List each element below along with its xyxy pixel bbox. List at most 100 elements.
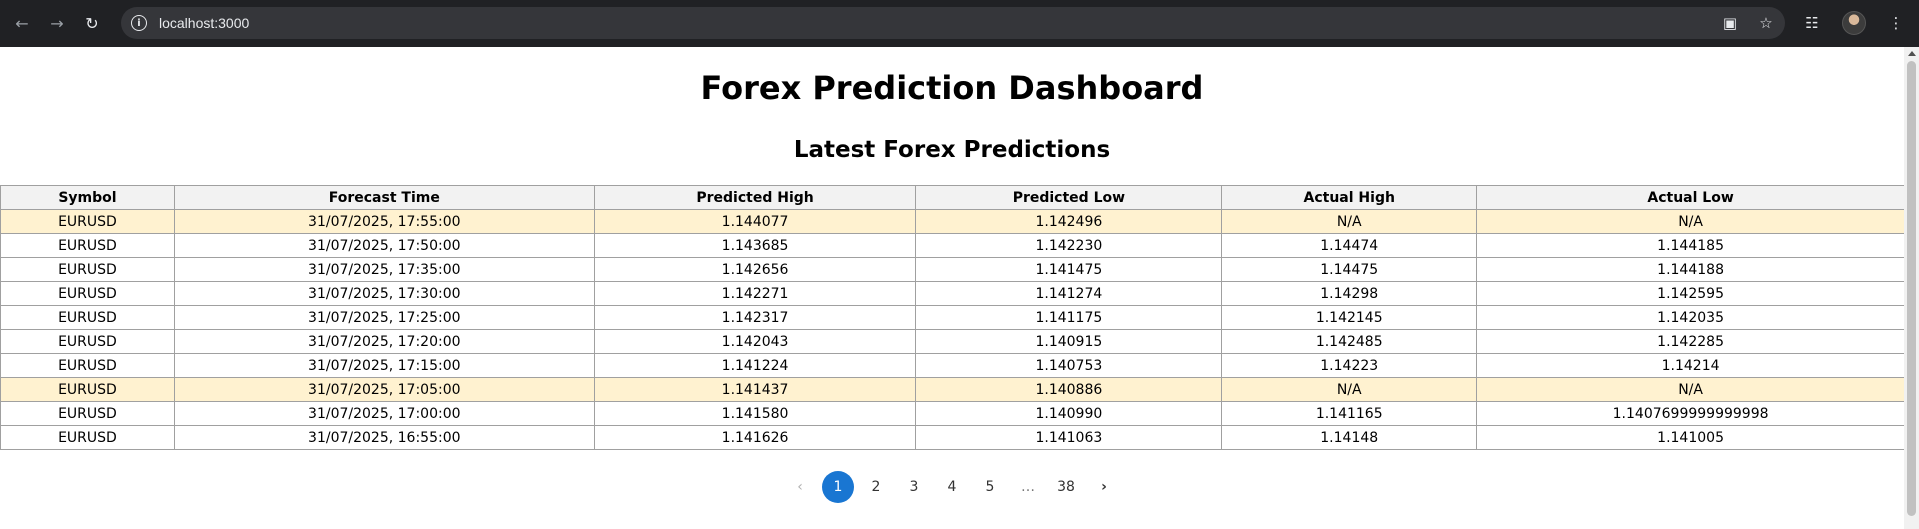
forecast-time-cell: 31/07/2025, 17:25:00 [173, 305, 595, 330]
actual-low-cell: 1.144185 [1476, 233, 1905, 258]
table-row: EURUSD 31/07/2025, 17:15:00 1.141224 1.1407… [0, 353, 1905, 378]
symbol-cell: EURUSD [0, 257, 175, 282]
predicted-high-cell: 1.142043 [593, 329, 917, 354]
actual-high-cell: 1.141165 [1221, 401, 1478, 426]
star-icon[interactable]: ☆ [1757, 14, 1775, 32]
actual-high-cell: 1.14475 [1221, 257, 1478, 282]
back-icon[interactable]: ← [10, 11, 34, 35]
symbol-cell: EURUSD [0, 209, 175, 234]
forward-icon[interactable]: → [45, 11, 69, 35]
url-text[interactable]: localhost:3000 [159, 15, 249, 31]
info-icon[interactable]: i [131, 15, 147, 31]
predicted-high-cell: 1.141580 [593, 401, 917, 426]
table-row: EURUSD 31/07/2025, 17:20:00 1.142043 1.1409… [0, 329, 1905, 354]
actual-low-cell: N/A [1476, 209, 1905, 234]
predicted-high-cell: 1.141437 [593, 377, 917, 402]
header-symbol[interactable]: Symbol [0, 185, 175, 210]
actual-high-cell: N/A [1221, 377, 1478, 402]
predicted-low-cell: 1.140915 [915, 329, 1223, 354]
predicted-low-cell: 1.142496 [915, 209, 1223, 234]
kebab-menu-icon[interactable]: ⋮ [1882, 9, 1910, 37]
forecast-time-cell: 31/07/2025, 17:30:00 [173, 281, 595, 306]
forecast-time-cell: 31/07/2025, 17:00:00 [173, 401, 595, 426]
page-button-3[interactable]: 3 [898, 471, 930, 503]
scrollbar-thumb[interactable] [1907, 61, 1916, 516]
forecast-time-cell: 31/07/2025, 17:20:00 [173, 329, 595, 354]
header-forecast-time[interactable]: Forecast Time [173, 185, 595, 210]
chevron-left-icon[interactable]: ‹ [784, 471, 816, 503]
actual-low-cell: 1.1407699999999998 [1476, 401, 1905, 426]
scroll-up-arrow-icon[interactable] [1908, 51, 1916, 56]
page-button-1[interactable]: 1 [822, 471, 854, 503]
header-actual-high[interactable]: Actual High [1221, 185, 1478, 210]
install-app-icon[interactable]: ▣ [1721, 14, 1739, 32]
header-predicted-low[interactable]: Predicted Low [915, 185, 1223, 210]
actual-low-cell: 1.142595 [1476, 281, 1905, 306]
predicted-low-cell: 1.141274 [915, 281, 1223, 306]
table-row: EURUSD 31/07/2025, 16:55:00 1.141626 1.1410… [0, 425, 1905, 450]
predicted-low-cell: 1.142230 [915, 233, 1223, 258]
page-button-2[interactable]: 2 [860, 471, 892, 503]
actual-low-cell: N/A [1476, 377, 1905, 402]
predicted-low-cell: 1.141063 [915, 425, 1223, 450]
symbol-cell: EURUSD [0, 329, 175, 354]
table-header-row: Symbol Forecast Time Predicted High Pred… [0, 185, 1905, 210]
predicted-high-cell: 1.143685 [593, 233, 917, 258]
forecast-time-cell: 31/07/2025, 17:05:00 [173, 377, 595, 402]
header-predicted-high[interactable]: Predicted High [593, 185, 917, 210]
page-button-4[interactable]: 4 [936, 471, 968, 503]
actual-high-cell: 1.14148 [1221, 425, 1478, 450]
table-row: EURUSD 31/07/2025, 17:30:00 1.142271 1.1412… [0, 281, 1905, 306]
actual-high-cell: 1.14298 [1221, 281, 1478, 306]
table-row: EURUSD 31/07/2025, 17:35:00 1.142656 1.1414… [0, 257, 1905, 282]
forecast-time-cell: 31/07/2025, 17:50:00 [173, 233, 595, 258]
forecast-time-cell: 31/07/2025, 17:15:00 [173, 353, 595, 378]
predicted-low-cell: 1.141175 [915, 305, 1223, 330]
page-title: Forex Prediction Dashboard [700, 69, 1204, 107]
actual-low-cell: 1.142285 [1476, 329, 1905, 354]
reload-icon[interactable]: ↻ [80, 11, 104, 35]
forecast-time-cell: 31/07/2025, 17:55:00 [173, 209, 595, 234]
predicted-high-cell: 1.142656 [593, 257, 917, 282]
scrollbar[interactable] [1904, 47, 1919, 529]
forecast-time-cell: 31/07/2025, 17:35:00 [173, 257, 595, 282]
page-button-last[interactable]: 38 [1050, 471, 1082, 503]
pagination: ‹ 1 2 3 4 5 … 38 › [0, 471, 1904, 503]
address-bar[interactable]: i localhost:3000 ▣ ☆ [121, 7, 1785, 39]
pagination-ellipsis: … [1021, 479, 1035, 495]
predicted-high-cell: 1.142317 [593, 305, 917, 330]
predicted-low-cell: 1.141475 [915, 257, 1223, 282]
table-row: EURUSD 31/07/2025, 17:05:00 1.141437 1.1408… [0, 377, 1905, 402]
predicted-high-cell: 1.141224 [593, 353, 917, 378]
actual-high-cell: N/A [1221, 209, 1478, 234]
actual-high-cell: 1.142485 [1221, 329, 1478, 354]
symbol-cell: EURUSD [0, 377, 175, 402]
symbol-cell: EURUSD [0, 233, 175, 258]
actual-high-cell: 1.14223 [1221, 353, 1478, 378]
forecast-time-cell: 31/07/2025, 16:55:00 [173, 425, 595, 450]
browser-toolbar: ← → ↻ i localhost:3000 ▣ ☆ ☷ ⋮ [0, 0, 1919, 47]
puzzle-icon[interactable]: ☷ [1798, 9, 1826, 37]
actual-low-cell: 1.141005 [1476, 425, 1905, 450]
table-row: EURUSD 31/07/2025, 17:25:00 1.142317 1.1411… [0, 305, 1905, 330]
avatar[interactable] [1842, 11, 1866, 35]
actual-high-cell: 1.142145 [1221, 305, 1478, 330]
symbol-cell: EURUSD [0, 353, 175, 378]
predicted-low-cell: 1.140753 [915, 353, 1223, 378]
chevron-right-icon[interactable]: › [1088, 471, 1120, 503]
symbol-cell: EURUSD [0, 401, 175, 426]
symbol-cell: EURUSD [0, 305, 175, 330]
predicted-high-cell: 1.142271 [593, 281, 917, 306]
symbol-cell: EURUSD [0, 425, 175, 450]
predictions-table: Symbol Forecast Time Predicted High Pred… [0, 185, 1905, 450]
table-row: EURUSD 31/07/2025, 17:00:00 1.141580 1.1409… [0, 401, 1905, 426]
predicted-low-cell: 1.140990 [915, 401, 1223, 426]
page-viewport: Forex Prediction Dashboard Latest Forex … [0, 47, 1919, 529]
actual-low-cell: 1.142035 [1476, 305, 1905, 330]
symbol-cell: EURUSD [0, 281, 175, 306]
page-button-5[interactable]: 5 [974, 471, 1006, 503]
header-actual-low[interactable]: Actual Low [1476, 185, 1905, 210]
actual-high-cell: 1.14474 [1221, 233, 1478, 258]
section-title: Latest Forex Predictions [793, 137, 1111, 163]
table-row: EURUSD 31/07/2025, 17:50:00 1.143685 1.1422… [0, 233, 1905, 258]
